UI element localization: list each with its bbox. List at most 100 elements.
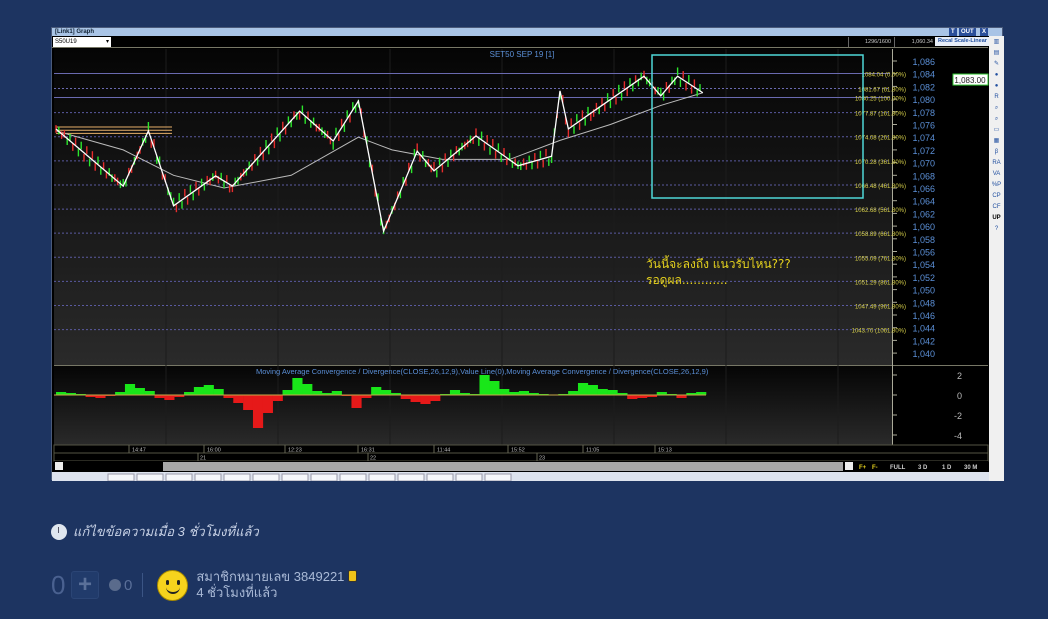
macd-bar (381, 390, 392, 395)
fib-label: 1047.49 (961.80%) (855, 305, 906, 311)
fib-label: 1055.09 (761.80%) (855, 256, 906, 262)
macd-bar (597, 389, 608, 395)
macd-y-label: -2 (954, 411, 962, 421)
calendar-icon[interactable]: ▦ (991, 137, 1002, 146)
macd-bar (243, 395, 254, 410)
emotion-icon[interactable] (109, 579, 121, 591)
date-axis (53, 452, 989, 462)
chart-canvas[interactable]: 1,086 1,084 1,082 1,080 1,078 1,076 1,074 1,072… (52, 28, 989, 481)
macd-bar (124, 384, 136, 395)
search-icon[interactable]: ⌕ (991, 104, 1002, 113)
y-tick-label: 1,082 (912, 82, 935, 92)
macd-bar (272, 395, 283, 401)
percent-p-tool[interactable]: %P (991, 181, 1002, 190)
macd-y-label: 2 (957, 371, 962, 381)
zoom-out-icon[interactable]: ● (991, 82, 1002, 91)
save-icon[interactable]: ▤ (991, 49, 1002, 58)
bottom-tab (223, 473, 251, 481)
up-tool[interactable]: UP (991, 214, 1002, 223)
time-label: 11:05 (586, 448, 599, 454)
time-label: 11:44 (437, 448, 450, 454)
cf-tool[interactable]: CF (991, 203, 1002, 212)
macd-bar (292, 378, 303, 395)
macd-bar (144, 391, 155, 395)
fib-label: 1051.29 (861.80%) (855, 280, 906, 286)
range-1d-button[interactable]: 1 D (942, 465, 952, 471)
macd-bar (449, 390, 461, 395)
scroll-right-button[interactable] (845, 462, 853, 470)
post-time: 4 ชั่วโมงที่แล้ว (196, 585, 278, 600)
macd-bar (262, 395, 273, 413)
chart-screenshot: [Link1] Graph T OUT X S50U19 ▾ 1296/1600 … (51, 27, 1004, 481)
bottom-tab (426, 473, 454, 481)
bottom-tab (339, 473, 367, 481)
post-footer: 0 + 0 สมาชิกหมายเลข 3849221 4 ชั่วโมงที่… (51, 568, 358, 602)
macd-bar (233, 395, 244, 403)
time-label: 12:23 (288, 448, 302, 454)
price-axis-panel (892, 49, 988, 365)
layout-icon[interactable]: ▥ (991, 38, 1002, 47)
zoom-in-button[interactable]: F+ (859, 465, 867, 471)
fib-label: 1062.68 (561.80%) (855, 208, 906, 214)
macd-bar (587, 385, 598, 395)
beta-tool[interactable]: β (991, 148, 1002, 157)
bottom-tab (368, 473, 396, 481)
bottom-tab (194, 473, 222, 481)
macd-bar (164, 395, 175, 400)
macd-bar (371, 387, 382, 395)
full-range-button[interactable]: FULL (890, 465, 906, 471)
zoom-in-icon[interactable]: ● (991, 71, 1002, 80)
y-tick-label: 1,086 (912, 57, 935, 67)
chart-title: SET50 SEP 19 [1] (490, 50, 555, 59)
macd-bar (627, 395, 638, 399)
divider (142, 573, 144, 597)
y-tick-label: 1,046 (912, 311, 935, 321)
emotion-count: 0 (124, 576, 133, 594)
y-tick-label: 1,076 (912, 121, 935, 131)
time-label: 15:13 (658, 448, 672, 454)
macd-bar (479, 375, 490, 395)
macd-bar (312, 391, 323, 395)
y-tick-label: 1,078 (912, 108, 935, 118)
clock-icon (51, 523, 67, 540)
window-icon[interactable]: ▭ (991, 126, 1002, 135)
vote-plus-button[interactable]: + (71, 571, 99, 599)
macd-y-label: -4 (954, 431, 962, 441)
macd-panel (54, 366, 892, 445)
time-label: 16:31 (361, 448, 375, 454)
scrollbar-thumb[interactable] (163, 462, 843, 471)
fib-label: 1043.70 (1061.80%) (852, 329, 906, 335)
macd-bar (499, 389, 510, 395)
vote-score: 0 (51, 569, 66, 600)
fib-label: 1058.89 (661.80%) (855, 232, 906, 238)
macd-bar (420, 395, 431, 404)
macd-y-label: 0 (957, 391, 962, 401)
bottom-tab (281, 473, 309, 481)
macd-bar (430, 395, 441, 401)
y-tick-label: 1,062 (912, 209, 935, 219)
y-tick-label: 1,042 (912, 336, 935, 346)
macd-bar (302, 384, 313, 395)
r-tool[interactable]: R (991, 93, 1002, 102)
edited-note: แก้ไขข้อความเมื่อ 3 ชั่วโมงที่แล้ว (51, 521, 259, 542)
range-3d-button[interactable]: 3 D (918, 465, 928, 471)
cp-tool[interactable]: CP (991, 192, 1002, 201)
scroll-left-button[interactable] (55, 462, 63, 470)
interval-30m-button[interactable]: 30 M (964, 465, 977, 471)
y-tick-label: 1,064 (912, 197, 935, 207)
zoom-out-button[interactable]: F- (872, 465, 878, 471)
help-icon[interactable]: ? (991, 225, 1002, 234)
last-price-label: 1,083.00 (954, 76, 986, 85)
y-tick-label: 1,056 (912, 248, 935, 258)
date-label: 22 (370, 456, 376, 462)
edit-icon[interactable]: ✎ (991, 60, 1002, 69)
ra-tool[interactable]: RA (991, 159, 1002, 168)
annotation-text: วันนี้จะลงถึง แนวรับไหน??? (646, 255, 791, 271)
y-tick-label: 1,060 (912, 222, 935, 232)
username-link[interactable]: สมาชิกหมายเลข 3849221 (196, 569, 344, 584)
search-icon[interactable]: ⌕ (991, 115, 1002, 124)
avatar[interactable] (157, 569, 189, 601)
va-tool[interactable]: VA (991, 170, 1002, 179)
bottom-tab (165, 473, 193, 481)
macd-bar (400, 395, 411, 399)
